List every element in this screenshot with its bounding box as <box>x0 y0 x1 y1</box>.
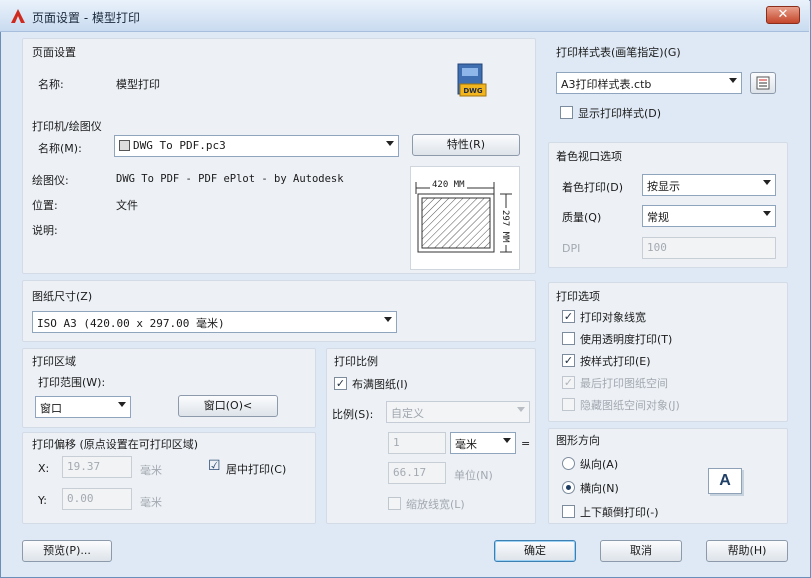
quality-select[interactable]: 常规 <box>642 205 776 227</box>
scale-value2-input[interactable]: 66.17 <box>388 462 446 484</box>
plot-area-section-title: 打印区域 <box>32 355 76 368</box>
plot-offset-section-title: 打印偏移 (原点设置在可打印区域) <box>32 438 199 451</box>
plot-with-styles-label: 按样式打印(E) <box>580 355 651 368</box>
scale-value1-input[interactable]: 1 <box>388 432 446 454</box>
paperspace-last-label: 最后打印图纸空间 <box>580 377 668 390</box>
scale-value: 自定义 <box>391 407 424 420</box>
landscape-label: 横向(N) <box>580 482 619 495</box>
center-plot-label: 居中打印(C) <box>226 463 287 476</box>
cancel-button[interactable]: 取消 <box>600 540 682 562</box>
quality-label: 质量(Q) <box>562 211 602 224</box>
printer-icon <box>119 140 130 151</box>
scale-unit-select[interactable]: 毫米 <box>450 432 516 454</box>
shade-plot-label: 着色打印(D) <box>562 181 624 194</box>
paper-size-select[interactable]: ISO A3 (420.00 x 297.00 毫米) <box>32 311 397 333</box>
scale-label: 比例(S): <box>332 408 374 421</box>
autocad-logo-icon <box>11 9 25 23</box>
equals-sign: = <box>521 437 531 450</box>
chevron-down-icon <box>386 141 394 146</box>
plot-style-section-title: 打印样式表(画笔指定)(G) <box>556 46 681 59</box>
plotter-label: 绘图仪: <box>32 174 69 187</box>
offset-y-unit: 毫米 <box>140 496 162 509</box>
paper-size-value: ISO A3 (420.00 x 297.00 毫米) <box>37 317 225 330</box>
printer-select[interactable]: DWG To PDF.pc3 <box>114 135 399 157</box>
display-plot-styles-checkbox[interactable] <box>560 106 573 119</box>
paper-size-section-title: 图纸尺寸(Z) <box>32 290 93 303</box>
help-button[interactable]: 帮助(H) <box>706 540 788 562</box>
description-label: 说明: <box>32 224 58 237</box>
preview-height-label: 297 MM <box>500 208 510 245</box>
edit-plot-style-button[interactable] <box>750 72 776 94</box>
chevron-down-icon <box>503 438 511 443</box>
plotter-value: DWG To PDF - PDF ePlot - by Autodesk <box>116 173 344 185</box>
chevron-down-icon <box>384 317 392 322</box>
ok-button[interactable]: 确定 <box>494 540 576 562</box>
upside-down-checkbox[interactable] <box>562 505 575 518</box>
scale-unit-value: 毫米 <box>455 438 477 451</box>
printer-name-label: 名称(M): <box>38 142 82 155</box>
plot-with-styles-checkbox[interactable]: ✓ <box>562 354 575 367</box>
page-setup-name: 模型打印 <box>116 78 160 91</box>
name-label: 名称: <box>38 78 64 91</box>
plot-scale-section-title: 打印比例 <box>334 355 378 368</box>
display-plot-styles-label: 显示打印样式(D) <box>578 107 662 120</box>
paperspace-last-checkbox[interactable]: ✓ <box>562 376 575 389</box>
center-plot-checkbox[interactable]: ☑ <box>208 459 221 473</box>
chevron-down-icon <box>729 78 737 83</box>
preview-width-label: 420 MM <box>430 180 467 190</box>
shaded-viewport-section-title: 着色视口选项 <box>556 150 622 163</box>
orientation-preview-icon: A <box>708 468 742 494</box>
upside-down-label: 上下颠倒打印(-) <box>580 506 659 519</box>
plot-lineweights-checkbox[interactable]: ✓ <box>562 310 575 323</box>
offset-y-input[interactable]: 0.00 <box>62 488 132 510</box>
plot-range-select[interactable]: 窗口 <box>35 396 131 418</box>
plot-lineweights-label: 打印对象线宽 <box>580 311 646 324</box>
dwg-logo-text: DWG <box>463 87 483 95</box>
plot-transparency-label: 使用透明度打印(T) <box>580 333 673 346</box>
offset-x-input[interactable]: 19.37 <box>62 456 132 478</box>
landscape-radio[interactable] <box>562 481 575 494</box>
chevron-down-icon <box>763 211 771 216</box>
dpi-label: DPI <box>562 242 581 255</box>
chevron-down-icon <box>118 402 126 407</box>
chevron-down-icon <box>517 407 525 412</box>
plot-transparency-checkbox[interactable] <box>562 332 575 345</box>
plot-style-select[interactable]: A3打印样式表.ctb <box>556 72 742 94</box>
orientation-section-title: 图形方向 <box>556 434 600 447</box>
dpi-input[interactable]: 100 <box>642 237 776 259</box>
offset-x-label: X: <box>38 462 50 475</box>
quality-value: 常规 <box>647 211 669 224</box>
dwg-file-icon: DWG <box>457 63 487 97</box>
plot-options-section-title: 打印选项 <box>556 290 600 303</box>
fit-to-paper-checkbox[interactable]: ✓ <box>334 377 347 390</box>
plot-range-value: 窗口 <box>40 402 62 415</box>
fit-to-paper-label: 布满图纸(I) <box>352 378 408 391</box>
portrait-label: 纵向(A) <box>580 458 619 471</box>
location-value: 文件 <box>116 199 138 212</box>
offset-x-unit: 毫米 <box>140 464 162 477</box>
offset-y-label: Y: <box>38 494 47 507</box>
window-title: 页面设置 - 模型打印 <box>32 11 140 25</box>
scale-lineweights-checkbox[interactable] <box>388 497 401 510</box>
window-select-button[interactable]: 窗口(O)< <box>178 395 278 417</box>
shade-plot-value: 按显示 <box>647 180 680 193</box>
plot-range-label: 打印范围(W): <box>38 376 106 389</box>
location-label: 位置: <box>32 199 58 212</box>
printer-section-title: 打印机/绘图仪 <box>32 120 102 133</box>
list-edit-icon <box>756 76 770 90</box>
chevron-down-icon <box>763 180 771 185</box>
printer-select-value: DWG To PDF.pc3 <box>133 139 226 152</box>
hide-paperspace-label: 隐藏图纸空间对象(J) <box>580 399 680 412</box>
shade-plot-select[interactable]: 按显示 <box>642 174 776 196</box>
scale-lineweights-label: 缩放线宽(L) <box>406 498 465 511</box>
preview-button[interactable]: 预览(P)... <box>22 540 112 562</box>
scale-select[interactable]: 自定义 <box>386 401 530 423</box>
page-setup-section-title: 页面设置 <box>32 46 76 59</box>
properties-button[interactable]: 特性(R) <box>412 134 520 156</box>
portrait-radio[interactable] <box>562 457 575 470</box>
hide-paperspace-checkbox[interactable] <box>562 398 575 411</box>
close-button[interactable]: ✕ <box>766 6 800 24</box>
units-label: 单位(N) <box>454 469 493 482</box>
plot-style-value: A3打印样式表.ctb <box>561 78 652 91</box>
